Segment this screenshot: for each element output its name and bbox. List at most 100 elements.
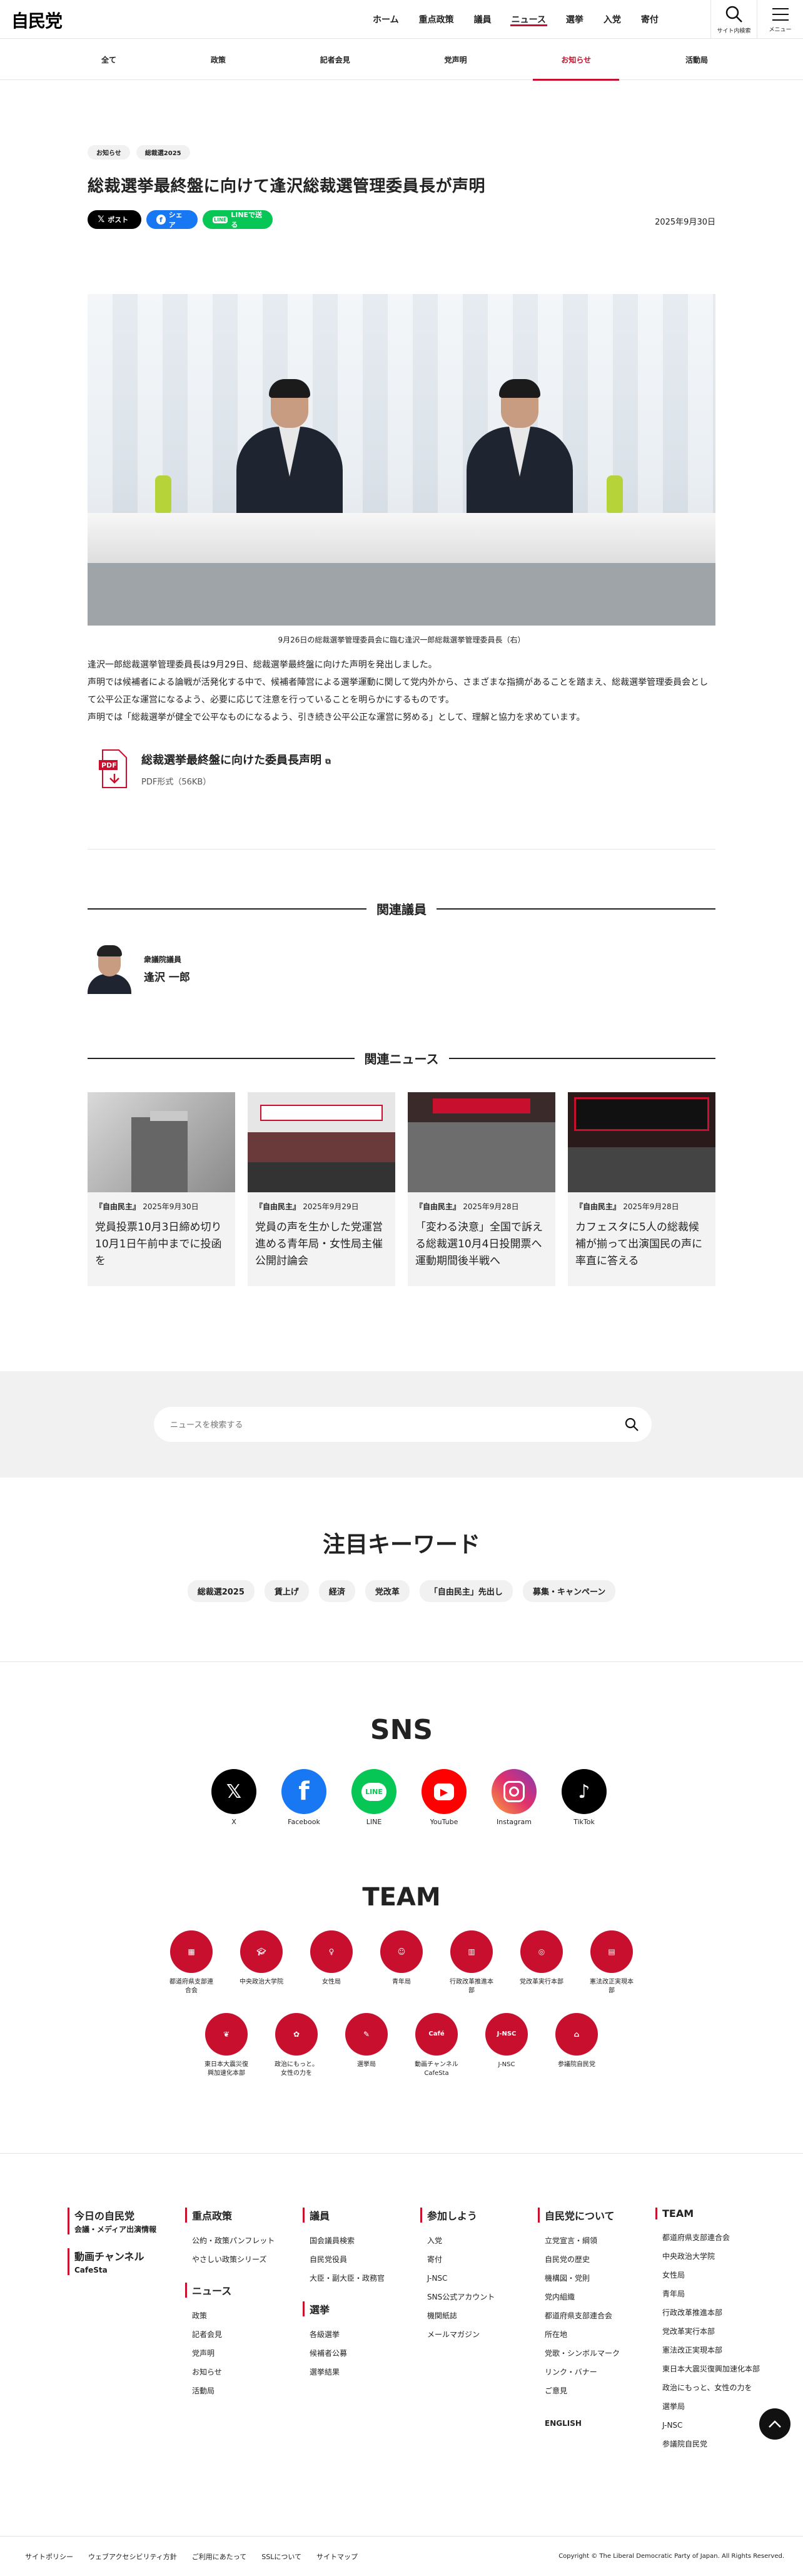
footer-link[interactable]: やさしい政策シリーズ — [185, 2250, 303, 2269]
footer-link[interactable]: 東日本大震災復興加速化本部 — [655, 2360, 773, 2378]
footer-link[interactable]: 政策 — [185, 2306, 303, 2325]
footer-link[interactable]: 党内組織 — [538, 2288, 655, 2306]
footer-bottom-link[interactable]: サイトポリシー — [25, 2552, 73, 2562]
share-x-button[interactable]: 𝕏 ポスト — [88, 210, 141, 229]
footer-link[interactable]: 参議院自民党 — [655, 2435, 773, 2453]
team-cafesta-link[interactable]: Café 動画チャンネルCafeSta — [412, 2013, 461, 2078]
footer-bottom-link[interactable]: サイトマップ — [316, 2552, 358, 2562]
pdf-download-link[interactable]: PDF 総裁選挙最終盤に向けた委員長声明 ⧉ PDF形式（56KB） — [88, 749, 715, 789]
team-election-link[interactable]: ✎ 選挙局 — [342, 2013, 391, 2078]
tab-activities[interactable]: 活動局 — [673, 39, 720, 80]
team-reconstruction-link[interactable]: ❦ 東日本大震災復興加速化本部 — [202, 2013, 251, 2078]
footer-bottom-link[interactable]: ウェブアクセシビリティ方針 — [88, 2552, 177, 2562]
footer-link[interactable]: 党声明 — [185, 2344, 303, 2363]
tab-statements[interactable]: 党声明 — [432, 39, 480, 80]
sns-tiktok-link[interactable]: ♪ TikTok — [562, 1769, 607, 1826]
footer-bottom-link[interactable]: ご利用にあたって — [192, 2552, 246, 2562]
footer-link[interactable]: J-NSC — [420, 2269, 538, 2288]
footer-link[interactable]: お知らせ — [185, 2363, 303, 2381]
footer-link[interactable]: 立党宣言・綱領 — [538, 2231, 655, 2250]
tab-all[interactable]: 全て — [89, 39, 129, 80]
footer-heading[interactable]: TEAM — [655, 2208, 773, 2219]
team-party-reform-link[interactable]: ◎ 党改革実行本部 — [517, 1930, 566, 1995]
team-women-link[interactable]: ♀ 女性局 — [307, 1930, 356, 1995]
footer-link[interactable]: 会議・メディア出演情報 — [74, 2225, 156, 2234]
footer-link[interactable]: 所在地 — [538, 2325, 655, 2344]
nav-policy[interactable]: 重点政策 — [409, 0, 464, 39]
footer-link[interactable]: 選挙局 — [655, 2397, 773, 2416]
team-upper-house-link[interactable]: ⌂ 参議院自民党 — [552, 2013, 601, 2078]
keyword-tag[interactable]: 賃上げ — [264, 1580, 309, 1602]
footer-link[interactable]: J-NSC — [655, 2416, 773, 2435]
menu-button[interactable]: メニュー — [757, 0, 803, 39]
footer-link[interactable]: 入党 — [420, 2231, 538, 2250]
footer-link[interactable]: 自民党の歴史 — [538, 2250, 655, 2269]
footer-link[interactable]: リンク・バナー — [538, 2363, 655, 2381]
member-card[interactable]: 衆議院議員 逢沢 一郎 — [88, 944, 715, 994]
footer-link[interactable]: CafeSta — [74, 2266, 108, 2274]
footer-link[interactable]: 自民党役員 — [303, 2250, 420, 2269]
footer-link[interactable]: 党改革実行本部 — [655, 2322, 773, 2341]
footer-link[interactable]: 候補者公募 — [303, 2344, 420, 2363]
footer-link[interactable]: 記者会見 — [185, 2325, 303, 2344]
footer-link[interactable]: 活動局 — [185, 2381, 303, 2400]
news-search-input[interactable] — [154, 1407, 592, 1442]
english-link[interactable]: ENGLISH — [538, 2414, 655, 2433]
footer-link[interactable]: 選挙結果 — [303, 2363, 420, 2381]
sns-youtube-link[interactable]: ▶ YouTube — [422, 1769, 467, 1826]
back-to-top-button[interactable] — [759, 2408, 790, 2440]
keyword-tag[interactable]: 総裁選2025 — [187, 1580, 255, 1602]
footer-link[interactable]: 政治にもっと、女性の力を — [655, 2378, 773, 2397]
footer-link[interactable]: SNS公式アカウント — [420, 2288, 538, 2306]
footer-link[interactable]: 憲法改正実現本部 — [655, 2341, 773, 2360]
nav-join[interactable]: 入党 — [593, 0, 631, 39]
footer-link[interactable]: 青年局 — [655, 2284, 773, 2303]
tab-notices[interactable]: お知らせ — [533, 39, 619, 81]
nav-donate[interactable]: 寄付 — [631, 0, 669, 39]
footer-link[interactable]: 機関紙誌 — [420, 2306, 538, 2325]
footer-link[interactable]: 女性局 — [655, 2266, 773, 2284]
team-jnsc-link[interactable]: J-NSC J-NSC — [482, 2013, 531, 2078]
news-card[interactable]: 『自由民主』 2025年9月28日 「変わる決意」全国で訴える総裁選10月4日投… — [408, 1092, 555, 1286]
nav-news[interactable]: ニュース — [502, 0, 556, 39]
footer-link[interactable]: 都道府県支部連合会 — [655, 2228, 773, 2247]
news-card[interactable]: 『自由民主』 2025年9月29日 党員の声を生かした党運営進める青年局・女性局… — [248, 1092, 395, 1286]
footer-link[interactable]: 大臣・副大臣・政務官 — [303, 2269, 420, 2288]
keyword-tag[interactable]: 党改革 — [365, 1580, 410, 1602]
footer-link[interactable]: 国会議員検索 — [303, 2231, 420, 2250]
team-constitution-link[interactable]: ▤ 憲法改正実現本部 — [587, 1930, 636, 1995]
footer-link[interactable]: 機構図・党則 — [538, 2269, 655, 2288]
footer-heading[interactable]: 重点政策 — [185, 2208, 303, 2223]
team-women-power-link[interactable]: ✿ 政治にもっと。女性の力を — [272, 2013, 321, 2078]
footer-heading[interactable]: 自民党について — [538, 2208, 655, 2223]
sns-facebook-link[interactable]: f Facebook — [281, 1769, 326, 1826]
keyword-tag[interactable]: 経済 — [318, 1580, 355, 1602]
footer-heading[interactable]: ニュース — [185, 2283, 303, 2298]
footer-link[interactable]: 中央政治大学院 — [655, 2247, 773, 2266]
team-academy-link[interactable]: 🎓︎ 中央政治大学院 — [237, 1930, 286, 1995]
keyword-tag[interactable]: 「自由民主」先出し — [419, 1580, 513, 1602]
keyword-tag[interactable]: 募集・キャンペーン — [522, 1580, 616, 1602]
tag[interactable]: 総裁選2025 — [136, 145, 190, 160]
tab-press[interactable]: 記者会見 — [308, 39, 363, 80]
share-line-button[interactable]: LINE LINEで送る — [203, 210, 273, 229]
footer-heading[interactable]: 選挙 — [303, 2301, 420, 2316]
sns-x-link[interactable]: 𝕏X — [211, 1769, 256, 1826]
footer-link[interactable]: 行政改革推進本部 — [655, 2303, 773, 2322]
tag[interactable]: お知らせ — [88, 145, 130, 160]
footer-link[interactable]: 各級選挙 — [303, 2325, 420, 2344]
nav-election[interactable]: 選挙 — [556, 0, 593, 39]
footer-link[interactable]: ご意見 — [538, 2381, 655, 2400]
sns-instagram-link[interactable]: Instagram — [492, 1769, 537, 1826]
team-youth-link[interactable]: ☺ 青年局 — [377, 1930, 426, 1995]
footer-link[interactable]: 公約・政策パンフレット — [185, 2231, 303, 2250]
footer-heading[interactable]: 議員 — [303, 2208, 420, 2223]
news-card[interactable]: 『自由民主』 2025年9月30日 党員投票10月3日締め切り 10月1日午前中… — [88, 1092, 235, 1286]
footer-bottom-link[interactable]: SSLについて — [261, 2552, 301, 2562]
nav-members[interactable]: 議員 — [464, 0, 502, 39]
tab-policy[interactable]: 政策 — [198, 39, 238, 80]
footer-link[interactable]: 寄付 — [420, 2250, 538, 2269]
site-search-button[interactable]: サイト内検索 — [710, 0, 757, 39]
share-facebook-button[interactable]: f シェア — [146, 210, 198, 229]
footer-link[interactable]: 都道府県支部連合会 — [538, 2306, 655, 2325]
